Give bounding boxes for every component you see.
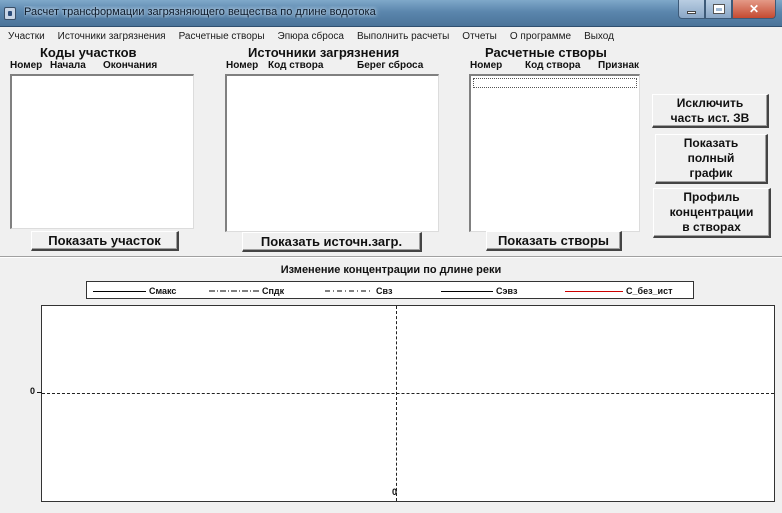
sites-listbox[interactable]	[469, 74, 640, 232]
legend-line-c-bez-ist	[565, 290, 623, 292]
sections-title: Коды участков	[40, 45, 137, 60]
menu-item-exit[interactable]: Выход	[584, 31, 614, 42]
sites-title: Расчетные створы	[485, 45, 607, 60]
menu-item-reports[interactable]: Отчеты	[462, 31, 497, 42]
window-controls: ✕	[678, 0, 776, 19]
legend-label-cpdk: Спдк	[262, 286, 285, 296]
legend-item-cmax: Смакс	[93, 285, 176, 297]
legend-label-cvz: Свз	[376, 286, 393, 296]
legend-line-cvz	[325, 290, 373, 292]
sections-listbox[interactable]	[10, 74, 194, 229]
legend-line-cpdk	[209, 290, 259, 292]
chart-legend: Смакс Спдк Свз Сэвз С_без_ист	[86, 281, 694, 299]
zero-gridline-vertical	[396, 306, 397, 501]
zero-gridline-horizontal	[42, 393, 774, 394]
menu-item-run-calculations[interactable]: Выполнить расчеты	[357, 31, 449, 42]
show-full-graph-label-3: график	[689, 166, 733, 180]
maximize-button[interactable]	[705, 0, 732, 19]
legend-line-cmax	[93, 290, 146, 292]
menu-item-sites[interactable]: Расчетные створы	[179, 31, 265, 42]
concentration-profile-button[interactable]: Профиль концентрации в створах	[653, 188, 771, 238]
minimize-button[interactable]	[678, 0, 705, 19]
y-tick-mark	[37, 392, 42, 393]
exclude-sources-label-2: часть ист. ЗВ	[670, 110, 750, 125]
legend-line-cevz	[441, 290, 493, 292]
close-button[interactable]: ✕	[732, 0, 776, 19]
exclude-sources-button[interactable]: Исключить часть ист. ЗВ	[652, 94, 769, 128]
sources-col-site-code: Код створа	[268, 60, 324, 71]
sources-listbox[interactable]	[225, 74, 439, 232]
show-sites-button[interactable]: Показать створы	[486, 231, 622, 251]
sites-col-flag: Признак	[598, 60, 640, 71]
concentration-profile-label-1: Профиль	[683, 190, 740, 204]
legend-item-cvz: Свз	[325, 285, 393, 297]
concentration-profile-label-3: в створах	[682, 220, 741, 234]
show-full-graph-label-1: Показать	[683, 136, 739, 150]
legend-item-cevz: Сэвз	[441, 285, 517, 297]
sites-col-site-code: Код створа	[525, 60, 581, 71]
app-icon	[4, 7, 16, 20]
y-tick-label: 0	[30, 386, 36, 396]
menu-item-sources[interactable]: Источники загрязнения	[58, 31, 166, 42]
close-icon: ✕	[748, 2, 760, 16]
sources-title: Источники загрязнения	[248, 45, 400, 60]
menu-item-sections[interactable]: Участки	[8, 31, 45, 42]
show-full-graph-label-2: полный	[687, 151, 735, 165]
legend-label-c-bez-ist: С_без_ист	[626, 286, 673, 296]
window-title: Расчет трансформации загрязняющего вещес…	[24, 6, 376, 18]
legend-label-cevz: Сэвз	[496, 286, 518, 296]
minimize-icon	[687, 10, 696, 14]
concentration-profile-label-2: концентрации	[669, 205, 754, 219]
legend-item-cpdk: Спдк	[209, 285, 284, 297]
x-tick-label: 0	[392, 487, 398, 497]
show-full-graph-button[interactable]: Показать полный график	[655, 134, 768, 184]
chart-title: Изменение концентрации по длине реки	[280, 264, 502, 276]
sources-col-number: Номер	[226, 60, 259, 71]
window-titlebar[interactable]: Расчет трансформации загрязняющего вещес…	[0, 0, 782, 27]
maximize-icon	[712, 4, 725, 14]
list-item[interactable]	[473, 78, 637, 88]
section-divider	[0, 256, 782, 258]
legend-item-c-bez-ist: С_без_ист	[565, 285, 673, 297]
sources-col-bank: Берег сброса	[357, 60, 424, 71]
sites-col-number: Номер	[470, 60, 503, 71]
sections-col-start: Начала	[50, 60, 86, 71]
show-section-button[interactable]: Показать участок	[31, 231, 179, 251]
legend-label-cmax: Смакс	[149, 286, 177, 296]
menu-item-about[interactable]: О программе	[510, 31, 571, 42]
sections-col-number: Номер	[10, 60, 43, 71]
menu-item-discharge-plot[interactable]: Эпюра сброса	[278, 31, 344, 42]
menu-bar: Участки Источники загрязнения Расчетные …	[0, 28, 782, 45]
show-sources-button[interactable]: Показать источн.загр.	[242, 232, 422, 252]
chart-plot-area[interactable]	[41, 305, 775, 502]
sections-col-end: Окончания	[103, 60, 158, 71]
exclude-sources-label-1: Исключить	[676, 95, 744, 110]
